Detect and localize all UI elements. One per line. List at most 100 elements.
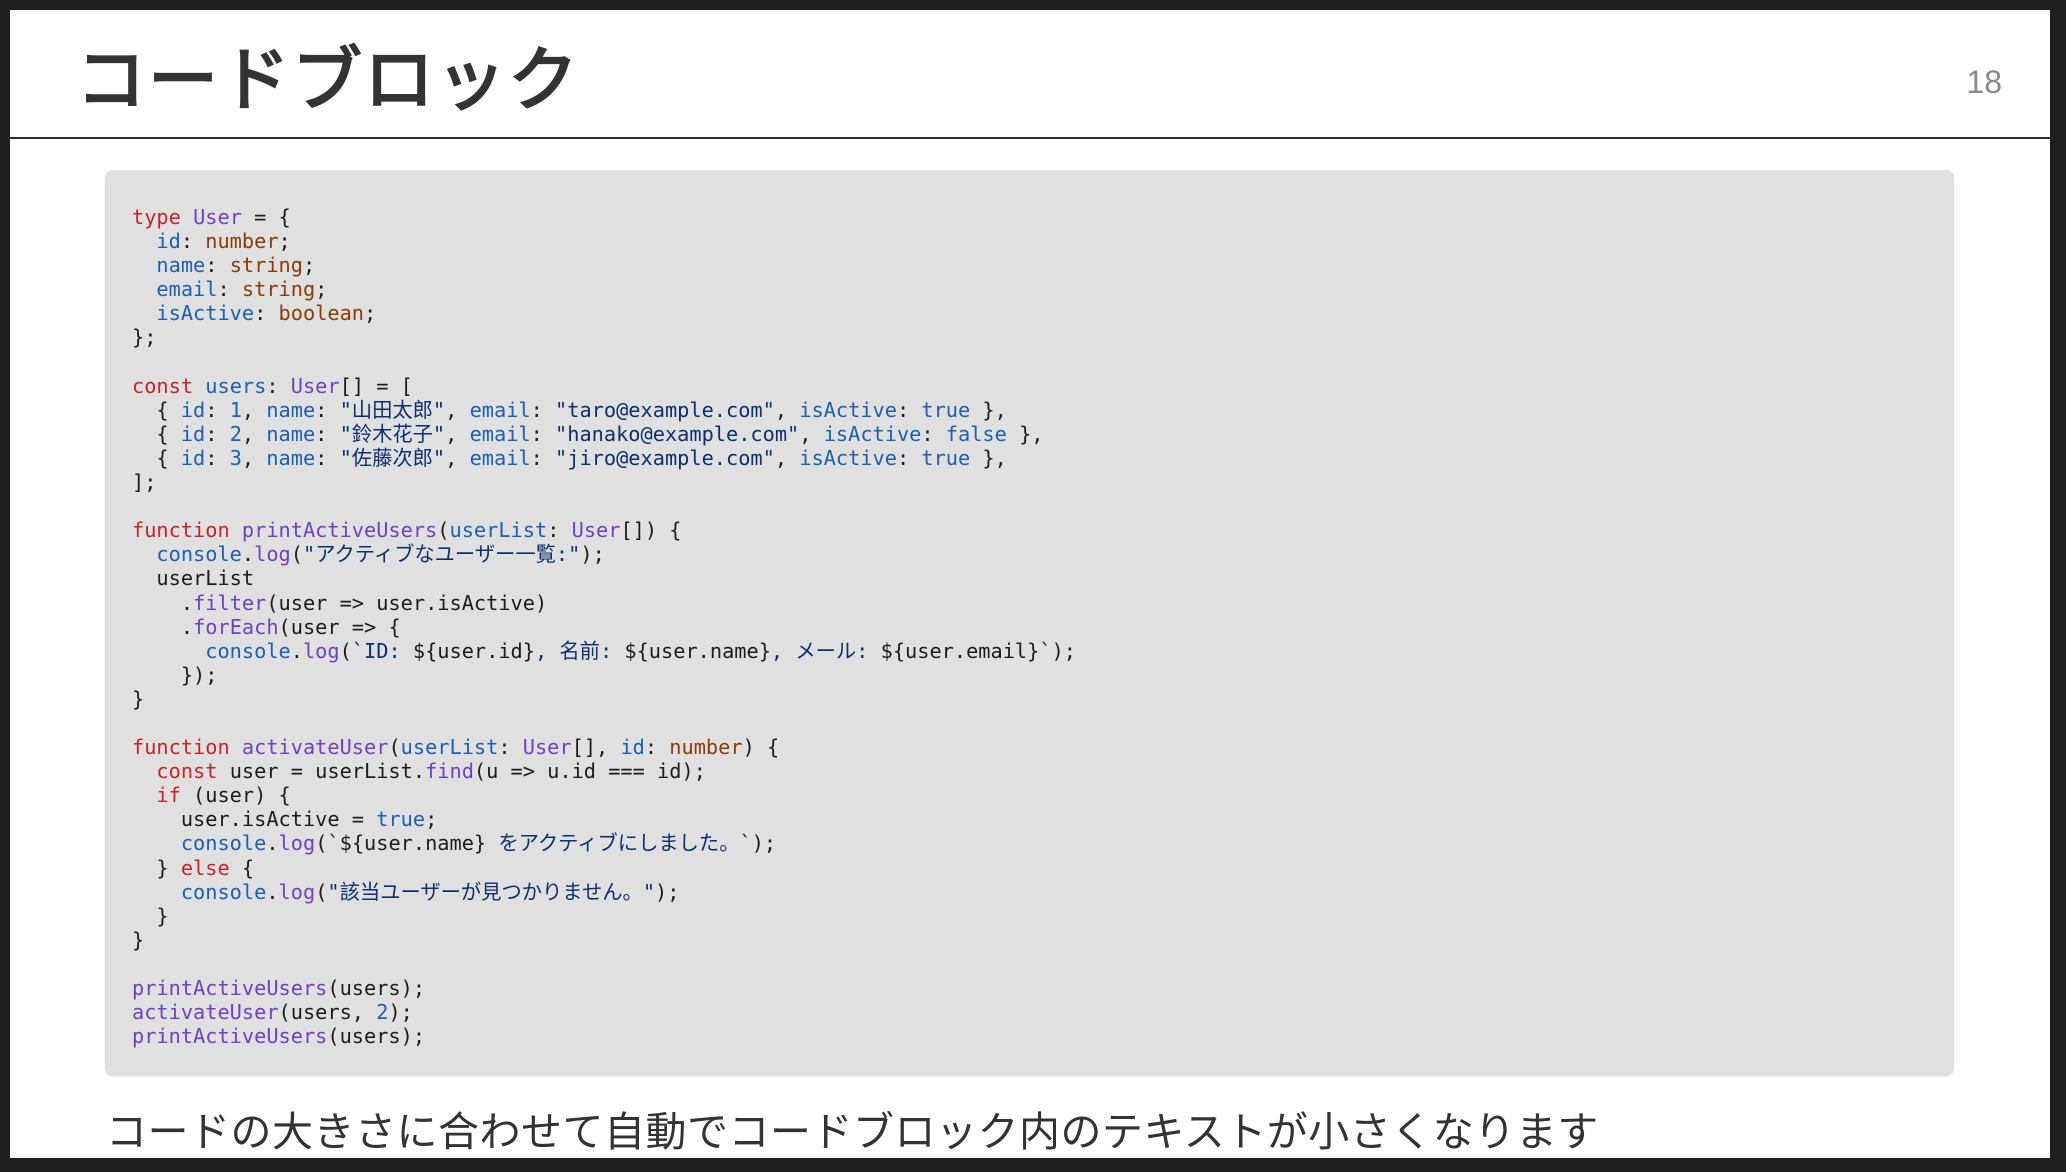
code-token: console bbox=[180, 831, 267, 856]
code-token: console bbox=[205, 638, 291, 663]
title-divider bbox=[10, 137, 2050, 139]
code-token: printActiveUsers bbox=[132, 976, 328, 1000]
code-token: boolean bbox=[278, 301, 365, 326]
code-line: .filter(user => user.isActive) bbox=[132, 591, 547, 615]
code-token: : bbox=[644, 735, 670, 760]
code-token: : bbox=[254, 301, 279, 326]
code-token: : bbox=[205, 421, 230, 446]
code-token: User bbox=[571, 518, 621, 543]
code-token: string bbox=[241, 277, 316, 302]
code-token: : bbox=[921, 421, 946, 446]
code-token: ${user.email} bbox=[880, 638, 1040, 663]
code-token: }, bbox=[970, 445, 1007, 470]
code-token: , bbox=[445, 397, 470, 422]
code-token: ( bbox=[315, 879, 328, 904]
code-token: ); bbox=[655, 879, 680, 904]
code-token: user.isActive = bbox=[132, 807, 377, 832]
code-token: { bbox=[229, 855, 255, 880]
code-token: "hanako@example.com" bbox=[555, 421, 800, 446]
code-token: , bbox=[774, 445, 800, 470]
code-token: (`${user.name} bbox=[315, 831, 487, 856]
code-token: , bbox=[241, 421, 267, 446]
code-token: log bbox=[302, 638, 340, 663]
code-token: { bbox=[132, 421, 181, 446]
code-token: name bbox=[266, 445, 316, 470]
code-token: (users); bbox=[327, 1024, 426, 1049]
code-token: : bbox=[315, 397, 340, 422]
code-token: (user => user.isActive) bbox=[266, 590, 548, 615]
code-token: []) { bbox=[620, 518, 682, 543]
code-token: `); bbox=[1039, 638, 1076, 663]
code-token: , 名前: bbox=[534, 638, 625, 663]
code-token: , bbox=[799, 421, 824, 446]
code-token: function bbox=[132, 735, 230, 760]
code-token: "山田太郎" bbox=[339, 397, 446, 422]
code-token: { bbox=[132, 445, 181, 470]
code-token: . bbox=[266, 879, 279, 904]
code-line: } else { bbox=[132, 856, 254, 880]
code-token: User bbox=[522, 735, 572, 760]
code-token: : bbox=[530, 445, 556, 470]
code-token: id bbox=[180, 397, 206, 422]
code-token: console bbox=[156, 542, 242, 567]
code-token: isActive bbox=[799, 397, 897, 422]
code-token: forEach bbox=[193, 614, 279, 639]
code-token: 2 bbox=[229, 421, 242, 446]
code-token: users bbox=[205, 373, 267, 398]
code-token: ; bbox=[278, 229, 291, 254]
code-token: id bbox=[620, 735, 645, 760]
code-token: userList bbox=[400, 735, 499, 760]
code-token: : bbox=[205, 397, 230, 422]
code-token: : bbox=[547, 518, 572, 543]
code-line: printActiveUsers(users); bbox=[132, 976, 425, 1000]
code-token: (user) { bbox=[180, 783, 291, 808]
code-token: . bbox=[266, 831, 279, 856]
code-line: userList bbox=[132, 566, 254, 590]
code-token: find bbox=[425, 759, 474, 784]
code-token: ID: bbox=[364, 638, 413, 663]
code-line: ]; bbox=[132, 470, 156, 494]
code-token: const bbox=[156, 759, 218, 784]
code-token: } bbox=[132, 686, 145, 711]
code-token: User bbox=[290, 373, 340, 398]
code-token: } bbox=[132, 855, 181, 880]
slide-title: コードブロック bbox=[76, 39, 580, 121]
code-token: printActiveUsers bbox=[241, 518, 438, 543]
code-token: User bbox=[193, 205, 242, 229]
code-token: . bbox=[241, 542, 255, 567]
code-token: (user => { bbox=[278, 614, 401, 639]
code-token: number bbox=[669, 735, 743, 760]
code-token: : bbox=[498, 735, 523, 760]
code-token: 3 bbox=[229, 445, 242, 470]
code-token: else bbox=[180, 855, 230, 880]
caption: コードの大きさに合わせて自動でコードブロック内のテキストが小さくなります bbox=[106, 1108, 1599, 1156]
code-token: : bbox=[315, 421, 340, 446]
code-token: : bbox=[530, 397, 556, 422]
code-block: type User = { id: number; name: string; … bbox=[105, 170, 1954, 1076]
code-line: }); bbox=[132, 663, 218, 687]
code-token: , bbox=[445, 421, 470, 446]
code-token: "taro@example.com" bbox=[555, 397, 775, 422]
code-token: : bbox=[266, 373, 291, 398]
code-token: } bbox=[132, 903, 169, 928]
code-token: , bbox=[774, 397, 800, 422]
code-line: } bbox=[132, 687, 144, 711]
code-token: printActiveUsers bbox=[132, 1024, 328, 1049]
code-token: 1 bbox=[229, 397, 242, 422]
code-token: "アクティブなユーザー一覧:" bbox=[302, 542, 581, 567]
code-line: { id: 2, name: "鈴木花子", email: "hanako@ex… bbox=[132, 421, 1043, 446]
code-token: ; bbox=[302, 253, 316, 278]
code-token: ); bbox=[580, 542, 605, 567]
code-token: const bbox=[132, 373, 194, 398]
code-token: ; bbox=[425, 807, 438, 832]
code-token: 2 bbox=[376, 1000, 389, 1025]
code-token: ) { bbox=[742, 735, 780, 760]
